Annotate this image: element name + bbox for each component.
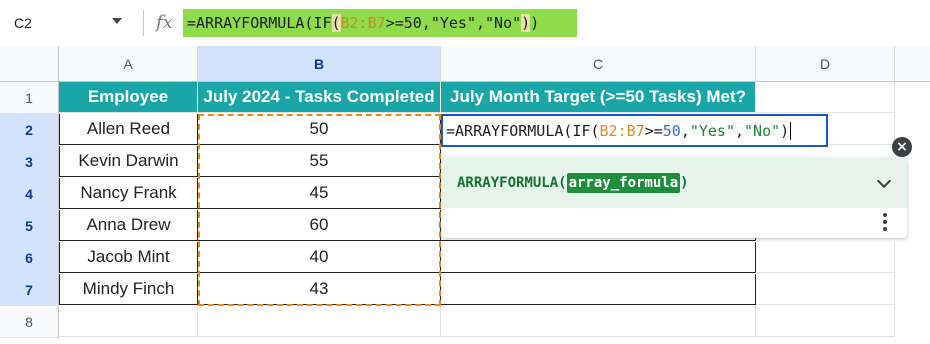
- cell-tasks[interactable]: 50: [198, 114, 441, 145]
- formula-bar: C2 fx =ARRAYFORMULA(IF(B2:B7 >=50,"Yes","…: [0, 0, 930, 47]
- chevron-down-icon[interactable]: [112, 18, 122, 24]
- more-vert-icon[interactable]: [883, 213, 887, 231]
- cell-tasks[interactable]: 60: [198, 210, 441, 241]
- cell-c8[interactable]: [441, 306, 756, 337]
- cell-tasks[interactable]: 55: [198, 146, 441, 177]
- column-header-e[interactable]: [895, 46, 930, 82]
- formula-number: 50: [662, 121, 681, 140]
- formula-string: "No": [744, 121, 781, 140]
- cell-tasks[interactable]: 45: [198, 178, 441, 209]
- function-name: ARRAYFORMULA(: [457, 175, 567, 191]
- column-header-a[interactable]: A: [59, 46, 198, 82]
- name-box-ref: C2: [14, 15, 32, 31]
- formula-help-popup: ARRAYFORMULA(array_formula): [441, 158, 907, 238]
- row-header-3[interactable]: 3: [0, 146, 59, 178]
- close-icon[interactable]: ×: [892, 137, 912, 157]
- cell-employee[interactable]: Nancy Frank: [59, 178, 198, 209]
- active-cell-editor[interactable]: =ARRAYFORMULA(IF(B2:B7 >= 50, "Yes", "No"): [441, 114, 828, 147]
- formula-text: >=: [644, 121, 663, 140]
- cell-employee[interactable]: Jacob Mint: [59, 242, 198, 273]
- formula-help-header[interactable]: ARRAYFORMULA(array_formula): [441, 158, 907, 208]
- name-box[interactable]: C2: [0, 10, 130, 36]
- row-header-8[interactable]: 8: [0, 306, 59, 338]
- text-cursor: [790, 121, 792, 140]
- cell-tasks[interactable]: 43: [198, 274, 441, 305]
- formula-input[interactable]: =ARRAYFORMULA(IF(B2:B7 >=50,"Yes","No")): [183, 9, 577, 37]
- formula-text: ,: [680, 121, 690, 140]
- table-header-tasks[interactable]: July 2024 - Tasks Completed: [198, 82, 441, 113]
- cell-employee[interactable]: Mindy Finch: [59, 274, 198, 305]
- column-header-b[interactable]: B: [198, 46, 441, 82]
- cell-employee[interactable]: Kevin Darwin: [59, 146, 198, 177]
- table-header-target-met[interactable]: July Month Target (>=50 Tasks) Met?: [441, 82, 756, 113]
- row-header-6[interactable]: 6: [0, 242, 59, 274]
- function-close-paren: ): [680, 175, 689, 191]
- cell-d1[interactable]: [756, 82, 895, 113]
- formula-text: >=50,"Yes","No": [385, 14, 522, 32]
- formula-paren: (: [331, 14, 341, 32]
- formula-paren: ): [521, 14, 531, 32]
- cell-b8[interactable]: [198, 306, 441, 337]
- function-argument: array_formula: [566, 173, 681, 193]
- fx-icon: fx: [156, 12, 173, 33]
- formula-text: =ARRAYFORMULA(IF(: [446, 121, 600, 140]
- cell-a8[interactable]: [59, 306, 198, 337]
- function-signature: ARRAYFORMULA(array_formula): [457, 173, 689, 193]
- formula-range-ref: B2:B7: [340, 14, 386, 32]
- cell-employee[interactable]: Allen Reed: [59, 114, 198, 145]
- cell-d7[interactable]: [756, 274, 895, 305]
- cell-c6[interactable]: [441, 242, 756, 273]
- formula-range-ref: B2:B7: [599, 121, 645, 140]
- formula-text: ): [530, 14, 540, 32]
- divider: [143, 10, 144, 36]
- row-header-1[interactable]: 1: [0, 82, 59, 114]
- cell-tasks[interactable]: 40: [198, 242, 441, 273]
- table-header-employee[interactable]: Employee: [59, 82, 198, 113]
- column-header-c[interactable]: C: [441, 46, 756, 82]
- row-header-2[interactable]: 2: [0, 114, 59, 146]
- formula-text: ): [780, 121, 790, 140]
- cell-d8[interactable]: [756, 306, 895, 337]
- cell-d6[interactable]: [756, 242, 895, 273]
- cell-employee[interactable]: Anna Drew: [59, 210, 198, 241]
- row-header-4[interactable]: 4: [0, 178, 59, 210]
- column-header-d[interactable]: D: [756, 46, 895, 82]
- row-header-7[interactable]: 7: [0, 274, 59, 306]
- formula-string: "Yes": [689, 121, 735, 140]
- formula-text: =ARRAYFORMULA(IF: [187, 14, 332, 32]
- formula-text: ,: [735, 121, 745, 140]
- row-header-5[interactable]: 5: [0, 210, 59, 242]
- select-all-corner[interactable]: [0, 46, 59, 82]
- cell-c7[interactable]: [441, 274, 756, 305]
- chevron-down-icon[interactable]: [876, 173, 892, 189]
